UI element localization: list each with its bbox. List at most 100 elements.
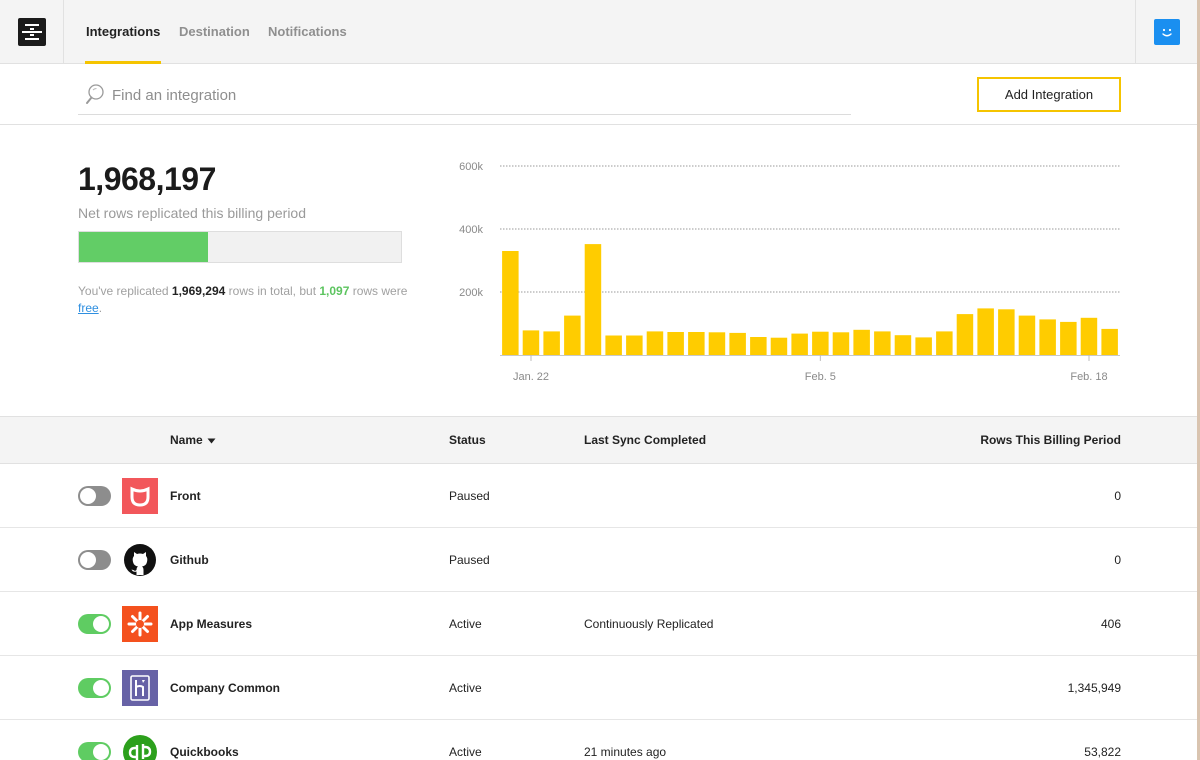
integration-status: Active [449,681,482,695]
integration-toggle[interactable] [78,614,111,634]
table-row[interactable]: Quickbooks Active 21 minutes ago 53,822 [0,720,1197,760]
user-menu-button[interactable] [1135,0,1197,64]
usage-progress-bar [78,231,402,263]
chart-bar[interactable] [915,337,932,355]
top-nav: Integrations Destination Notifications [0,0,1197,64]
integration-toggle[interactable] [78,486,111,506]
integration-toggle[interactable] [78,742,111,760]
usage-summary: 1,968,197 Net rows replicated this billi… [0,125,1197,417]
note-text: You've replicated [78,284,172,298]
integration-status: Paused [449,489,490,503]
column-header-status: Status [449,433,486,447]
integration-name[interactable]: Company Common [170,656,280,720]
integration-name[interactable]: App Measures [170,592,252,656]
integration-row-count: 53,822 [1084,745,1121,759]
column-header-rows: Rows This Billing Period [980,433,1121,447]
integration-status: Active [449,617,482,631]
integration-name[interactable]: Github [170,528,209,592]
add-integration-button[interactable]: Add Integration [977,77,1121,112]
chart-y-tick-label: 200k [459,287,483,299]
chart-bar[interactable] [1060,321,1077,355]
chart-bar[interactable] [646,331,664,355]
column-header-name[interactable]: Name [170,417,216,464]
integration-name[interactable]: Quickbooks [170,720,239,760]
column-name-label: Name [170,433,203,447]
github-logo-icon [122,542,158,578]
caret-down-icon [207,438,216,444]
table-header: Name Status Last Sync Completed Rows Thi… [0,417,1197,464]
chart-bar[interactable] [956,314,974,355]
search-input[interactable] [112,84,812,106]
app-measures-logo-icon [122,606,158,642]
logo-button[interactable] [0,0,64,64]
integration-row-count: 0 [1114,553,1121,567]
search-icon [86,84,104,104]
tab-destination[interactable]: Destination [179,0,250,64]
replication-note: You've replicated 1,969,294 rows in tota… [78,283,408,317]
chart-bar[interactable] [564,315,581,355]
chart-bar[interactable] [502,251,519,355]
chart-bar[interactable] [1101,328,1118,355]
usage-progress-fill [79,232,208,262]
tab-notifications[interactable]: Notifications [268,0,347,64]
chart-bar[interactable] [1018,315,1036,355]
chart-bar[interactable] [894,335,912,355]
chart-bar[interactable] [688,332,705,355]
chart-bar[interactable] [874,331,891,355]
chart-bar[interactable] [750,337,767,355]
table-row[interactable]: Front Paused 0 [0,464,1197,528]
integration-last-sync: 21 minutes ago [584,745,667,759]
note-text: rows in total, but [225,284,320,298]
front-logo-icon [122,478,158,514]
chart-bar[interactable] [729,332,746,355]
search-box [78,78,851,115]
integration-status: Paused [449,553,490,567]
chart-bar[interactable] [522,330,540,355]
chart-bar[interactable] [770,337,788,355]
free-link[interactable]: free [78,301,99,315]
chart-bar[interactable] [1039,319,1056,355]
note-free-rows: 1,097 [319,284,350,298]
integration-toggle[interactable] [78,678,111,698]
integration-row-count: 0 [1114,489,1121,503]
chart-bar[interactable] [812,331,829,355]
chart-bar[interactable] [936,331,953,355]
chart-bar[interactable] [626,335,643,356]
column-header-last-sync: Last Sync Completed [584,433,707,447]
chart-bar[interactable] [667,332,684,355]
integration-status: Active [449,745,482,759]
rows-bar-chart: 600k 400k 200k Jan. 22 Feb. 5 Feb. 18 [459,161,1120,383]
integration-row-count: 1,345,949 [1067,681,1121,695]
chart-y-tick-label: 400k [459,224,483,236]
chart-bar[interactable] [832,332,850,355]
stitch-logo-icon [17,18,46,46]
integration-row-count: 406 [1100,617,1121,631]
table-row[interactable]: App Measures Active Continuously Replica… [0,592,1197,656]
chart-x-tick-label: Feb. 18 [1070,371,1107,383]
chart-bar[interactable] [853,329,870,355]
chart-bar[interactable] [584,244,602,355]
chart-bar[interactable] [998,309,1015,355]
total-rows-value: 1,968,197 [78,161,216,197]
chart-x-tick-label: Jan. 22 [513,371,549,383]
integration-name[interactable]: Front [170,464,201,528]
note-total-rows: 1,969,294 [171,284,226,298]
chart-bar[interactable] [605,335,622,356]
total-rows-label: Net rows replicated this billing period [78,205,306,221]
table-row[interactable]: Company Common Active 1,345,949 [0,656,1197,720]
heroku-logo-icon [122,670,158,706]
chart-y-tick-label: 600k [459,161,483,173]
chart-bar[interactable] [791,333,808,355]
integration-last-sync: Continuously Replicated [584,617,714,631]
note-text: rows were [349,284,408,298]
tab-integrations[interactable]: Integrations [84,0,162,64]
search-row: Add Integration [0,64,1197,125]
chart-bar[interactable] [543,331,560,355]
chart-bar[interactable] [1080,317,1098,355]
table-row[interactable]: Github Paused 0 [0,528,1197,592]
smiley-avatar-icon [1153,19,1180,45]
chart-bar[interactable] [977,308,994,355]
app-window: Integrations Destination Notifications A… [0,0,1200,760]
integration-toggle[interactable] [78,550,111,570]
chart-bar[interactable] [708,332,726,355]
